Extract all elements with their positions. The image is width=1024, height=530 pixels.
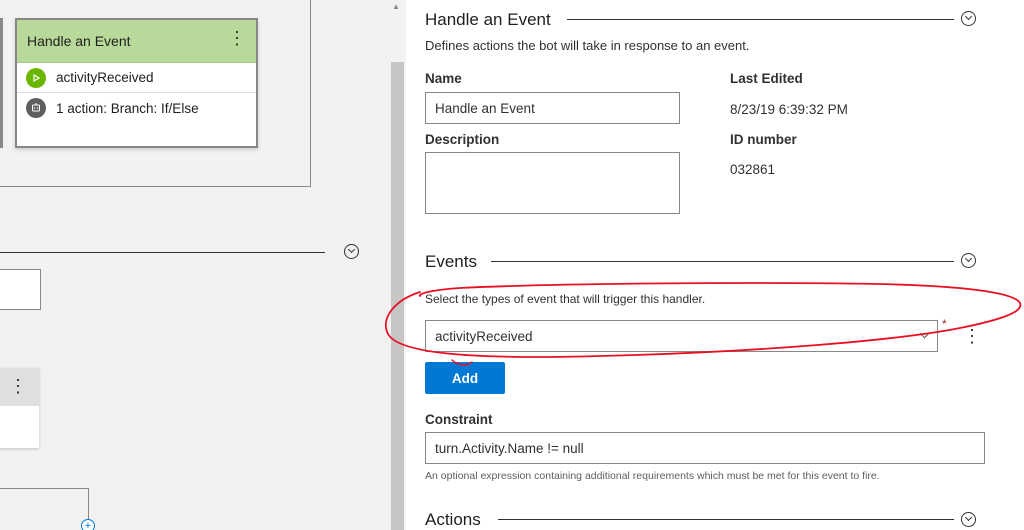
partial-input-field[interactable] — [0, 269, 41, 310]
description-textarea[interactable] — [425, 152, 680, 214]
flow-canvas[interactable]: Handle an Event ⋮ activityReceived 1 act… — [0, 0, 389, 530]
event-more-icon[interactable]: ⋮ — [963, 327, 981, 345]
required-marker: * — [942, 317, 947, 331]
description-label: Description — [425, 132, 500, 147]
section-divider — [0, 252, 325, 253]
last-edited-label: Last Edited — [730, 71, 803, 86]
id-number-label: ID number — [730, 132, 797, 147]
canvas-frame-lower — [0, 488, 89, 530]
node-trigger-row[interactable]: activityReceived — [17, 63, 256, 93]
panel-description: Defines actions the bot will take in res… — [425, 38, 750, 53]
play-icon — [26, 67, 46, 88]
partial-node-menu-icon[interactable]: ⋮ — [9, 376, 27, 397]
constraint-input[interactable]: turn.Activity.Name != null — [425, 432, 985, 464]
constraint-hint: An optional expression containing additi… — [425, 470, 880, 482]
last-edited-value: 8/23/19 6:39:32 PM — [730, 102, 848, 117]
event-type-selected: activityReceived — [435, 328, 533, 344]
actions-collapse-chevron-icon[interactable] — [961, 512, 976, 527]
events-description: Select the types of event that will trig… — [425, 292, 706, 306]
panel-title: Handle an Event — [425, 10, 551, 29]
add-event-button[interactable]: Add — [425, 362, 505, 394]
properties-panel: Handle an Event Defines actions the bot … — [406, 0, 1024, 530]
adjacent-node-edge — [0, 18, 3, 148]
event-type-dropdown[interactable]: activityReceived — [425, 320, 938, 352]
scroll-up-icon[interactable]: ▲ — [392, 2, 400, 11]
chevron-down-icon — [919, 328, 930, 339]
partial-node-header: ⋮ — [0, 368, 39, 406]
vertical-scrollbar[interactable]: ▲ — [389, 0, 406, 530]
node-trigger-label: activityReceived — [56, 70, 154, 85]
actions-section-title: Actions — [425, 510, 481, 529]
constraint-label: Constraint — [425, 412, 493, 427]
add-node-icon[interactable]: + — [81, 519, 95, 530]
node-action-label: 1 action: Branch: If/Else — [56, 100, 199, 116]
header-collapse-chevron-icon[interactable] — [961, 11, 976, 26]
id-number-value: 032861 — [730, 162, 776, 177]
name-label: Name — [425, 71, 462, 86]
node-menu-icon[interactable]: ⋮ — [228, 29, 246, 47]
scrollbar-thumb[interactable] — [391, 62, 404, 530]
name-input[interactable]: Handle an Event — [425, 92, 680, 124]
collapse-chevron-icon[interactable] — [344, 244, 359, 259]
events-section-title: Events — [425, 252, 477, 271]
handle-event-node[interactable]: Handle an Event ⋮ activityReceived 1 act… — [15, 18, 258, 148]
events-collapse-chevron-icon[interactable] — [961, 253, 976, 268]
node-header[interactable]: Handle an Event ⋮ — [17, 20, 256, 63]
actions-divider — [498, 519, 954, 520]
partial-node-card[interactable]: ⋮ — [0, 368, 39, 448]
bot-action-icon — [26, 98, 46, 118]
title-divider — [567, 19, 954, 20]
node-action-row[interactable]: 1 action: Branch: If/Else — [17, 93, 256, 123]
events-divider — [491, 261, 954, 262]
node-title: Handle an Event — [27, 33, 131, 49]
